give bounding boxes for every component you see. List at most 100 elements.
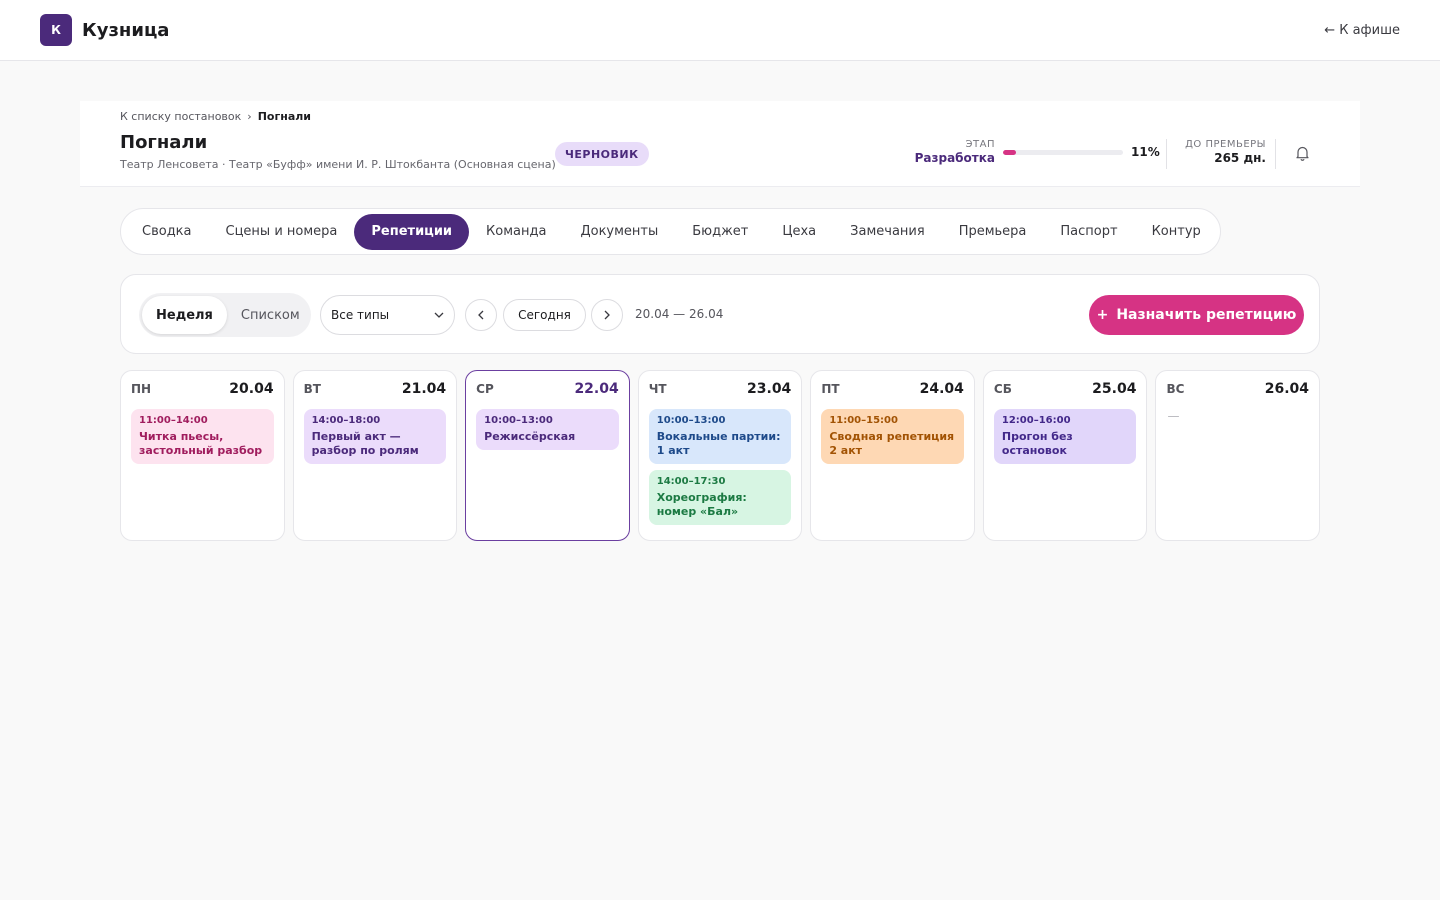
event-time: 14:00–17:30 [656, 476, 726, 487]
notifications-button[interactable] [1292, 143, 1312, 163]
day-name: СР [476, 382, 494, 396]
add-rehearsal-label: Назначить репетицию [1116, 307, 1297, 323]
breadcrumb-parent-link[interactable]: К списку постановок [120, 110, 241, 123]
day-column[interactable]: ПТ 24.04 11:00–15:00 Сводная репетиция 2 ак… [810, 370, 975, 541]
tab-item[interactable]: Контур [1135, 214, 1218, 250]
event-title: Прогон без остановок [1001, 430, 1073, 457]
brand[interactable]: К Кузница [40, 14, 169, 46]
day-column[interactable]: ВС 26.04 — [1155, 370, 1321, 541]
day-date: 22.04 [574, 381, 619, 397]
day-column[interactable]: ЧТ 23.04 10:00–13:00 Вокальные партии: 1 ак… [637, 370, 803, 541]
day-header: ПН 20.04 [131, 381, 274, 409]
bell-icon [1295, 146, 1309, 161]
stage-progress-bar [1003, 150, 1123, 155]
day-column[interactable]: СБ 25.04 12:00–16:00 Прогон без остановок [982, 370, 1148, 541]
tab-item[interactable]: Репетиции [354, 213, 470, 250]
breadcrumb-separator: › [247, 110, 252, 123]
tab-item[interactable]: Сводка [125, 214, 209, 250]
breadcrumb-current: Погнали [257, 110, 312, 123]
today-button[interactable]: Сегодня [503, 299, 586, 331]
rehearsal-event[interactable]: 14:00–18:00 Первый акт — разбор по ролям [303, 409, 447, 464]
brand-name: Кузница [82, 19, 170, 41]
view-toggle: Неделя Списком [139, 293, 311, 337]
tab-item[interactable]: Паспорт [1043, 214, 1134, 250]
page-title: Погнали [120, 132, 208, 153]
app-bar: К Кузница ← К афише [0, 0, 1440, 61]
premiere-label: ДО ПРЕМЬЕРЫ [1185, 139, 1266, 150]
day-header: ВТ 21.04 [304, 381, 447, 409]
day-name: ВС [1166, 382, 1185, 396]
next-week-button[interactable] [591, 299, 623, 331]
day-header: СР 22.04 [476, 381, 619, 409]
event-title: Режиссёрская [484, 430, 576, 443]
tab-item[interactable]: Замечания [833, 214, 942, 250]
day-column[interactable]: ВТ 21.04 14:00–18:00 Первый акт — разбор по… [292, 370, 458, 541]
day-date: 23.04 [747, 381, 792, 397]
day-column[interactable]: ПН 20.04 11:00–14:00 Читка пьесы, застольны… [120, 370, 285, 541]
day-name: ПН [131, 382, 152, 396]
day-name: ЧТ [648, 382, 667, 396]
brand-logo: К [40, 14, 72, 46]
chevron-down-icon [434, 312, 444, 318]
event-title: Хореография: номер «Бал» [656, 491, 747, 518]
stage-block: ЭТАП Разработка [890, 139, 995, 165]
tab-item[interactable]: Премьера [942, 214, 1044, 250]
event-title: Сводная репетиция 2 акт [829, 430, 955, 457]
stage-label: ЭТАП [965, 139, 995, 150]
empty-day-marker: — [1167, 409, 1180, 423]
day-date: 24.04 [919, 381, 964, 397]
event-title: Вокальные партии: 1 акт [656, 430, 781, 457]
type-filter-value: Все типы [331, 308, 390, 322]
production-venue: Театр Ленсовета · Театр «Буфф» имени И. … [120, 158, 556, 171]
tab-item[interactable]: Цеха [765, 214, 833, 250]
view-week-button[interactable]: Неделя [142, 296, 227, 334]
date-range: 20.04 — 26.04 [635, 307, 724, 321]
day-name: ВТ [303, 382, 321, 396]
rehearsal-event[interactable]: 11:00–14:00 Читка пьесы, застольный разбо… [131, 409, 274, 464]
day-date: 26.04 [1264, 381, 1310, 397]
breadcrumb: К списку постановок › Погнали [120, 110, 311, 123]
day-date: 25.04 [1092, 381, 1137, 397]
tab-item[interactable]: Бюджет [675, 214, 765, 250]
type-filter-select[interactable]: Все типы [320, 295, 455, 335]
rehearsal-event[interactable]: 10:00–13:00 Режиссёрская [476, 409, 619, 450]
event-time: 12:00–16:00 [1001, 415, 1071, 426]
plus-icon: + [1096, 307, 1109, 323]
day-date: 21.04 [401, 381, 447, 397]
day-header: ВС 26.04 [1166, 381, 1309, 409]
event-title: Читка пьесы, застольный разбор [139, 430, 263, 457]
back-to-playbill-link[interactable]: ← К афише [1324, 23, 1400, 38]
week-calendar: ПН 20.04 11:00–14:00 Читка пьесы, застольны… [120, 370, 1321, 541]
day-date: 20.04 [229, 381, 274, 397]
premiere-countdown: ДО ПРЕМЬЕРЫ 265 дн. [1176, 139, 1266, 165]
rehearsal-event[interactable]: 14:00–17:30 Хореография: номер «Бал» [648, 470, 792, 525]
tab-item[interactable]: Команда [469, 214, 563, 250]
day-name: СБ [993, 382, 1012, 396]
rehearsal-toolbar: Неделя Списком Все типы Сегодня 20.04 — … [120, 274, 1320, 354]
divider [1275, 139, 1276, 169]
rehearsal-event[interactable]: 10:00–13:00 Вокальные партии: 1 акт [648, 409, 792, 464]
status-badge: ЧЕРНОВИК [555, 142, 649, 166]
event-time: 14:00–18:00 [311, 415, 381, 426]
chevron-right-icon [604, 310, 610, 320]
divider [1166, 139, 1167, 169]
day-header: СБ 25.04 [994, 381, 1137, 409]
chevron-left-icon [478, 310, 484, 320]
prev-week-button[interactable] [465, 299, 497, 331]
stage-value: Разработка [914, 151, 995, 165]
day-name: ПТ [821, 382, 840, 396]
event-time: 10:00–13:00 [656, 415, 726, 426]
day-column[interactable]: СР 22.04 10:00–13:00 Режиссёрская [465, 370, 630, 541]
event-title: Первый акт — разбор по ролям [311, 430, 419, 457]
event-time: 11:00–14:00 [139, 415, 208, 426]
tab-item[interactable]: Сцены и номера [209, 214, 355, 250]
rehearsal-event[interactable]: 12:00–16:00 Прогон без остановок [993, 409, 1137, 464]
production-header: К списку постановок › Погнали Погнали Те… [80, 101, 1360, 187]
event-time: 10:00–13:00 [484, 415, 553, 426]
view-list-button[interactable]: Списком [227, 296, 314, 334]
event-time: 11:00–15:00 [829, 415, 898, 426]
tab-item[interactable]: Документы [563, 214, 675, 250]
add-rehearsal-button[interactable]: + Назначить репетицию [1089, 295, 1304, 335]
stage-progress-fill [1003, 150, 1017, 155]
rehearsal-event[interactable]: 11:00–15:00 Сводная репетиция 2 акт [821, 409, 964, 464]
